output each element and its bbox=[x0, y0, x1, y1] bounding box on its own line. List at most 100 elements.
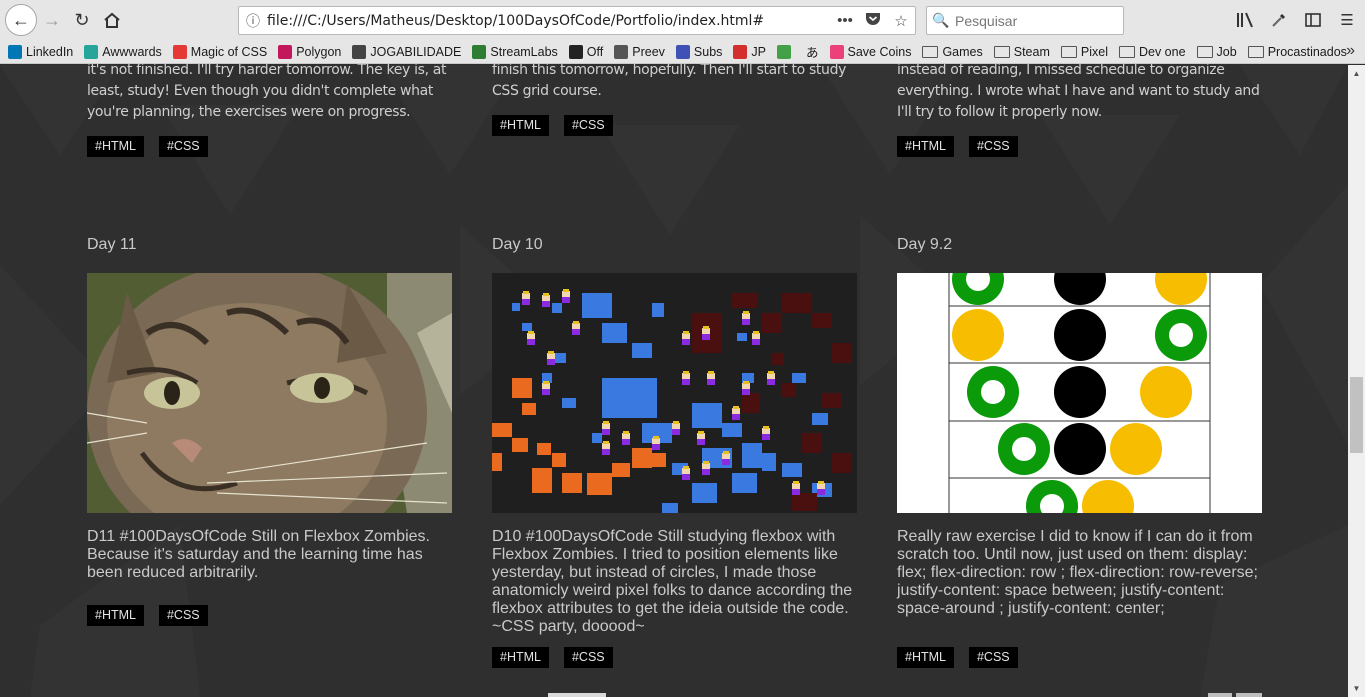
post-title[interactable]: Day 11 bbox=[87, 236, 452, 254]
post-description: D10 #100DaysOfCode Still studying flexbo… bbox=[492, 528, 853, 635]
post-description: finish this tomorrow, hopefully. Then I'… bbox=[492, 62, 847, 99]
bookmark-label: Save Coins bbox=[847, 44, 912, 59]
scrollbar-thumb[interactable] bbox=[1350, 377, 1363, 453]
menu-icon[interactable]: ☰ bbox=[1330, 5, 1364, 35]
library-icon[interactable] bbox=[1228, 5, 1262, 35]
bookmark-label: あ bbox=[806, 46, 819, 60]
reload-button[interactable]: ↻ bbox=[67, 5, 97, 35]
bookmark-item[interactable]: Games bbox=[922, 44, 983, 59]
bookmark-item[interactable]: Preev bbox=[614, 44, 665, 59]
scroll-up-icon[interactable]: ▲ bbox=[1348, 65, 1365, 82]
bookmark-label: JP bbox=[751, 44, 766, 59]
bookmark-label: JOGABILIDADE bbox=[370, 44, 462, 59]
bookmark-item[interactable]: Awwwards bbox=[84, 44, 162, 59]
tag-list: #HTML #CSS bbox=[897, 136, 1018, 157]
bookmark-item[interactable] bbox=[777, 44, 795, 59]
bookmark-item[interactable]: JP bbox=[733, 44, 766, 59]
flexbox-circles-exercise[interactable] bbox=[897, 273, 1262, 513]
bookmark-item[interactable]: JOGABILIDADE bbox=[352, 44, 462, 59]
search-input[interactable] bbox=[955, 12, 1115, 29]
footer-edge-right bbox=[1236, 693, 1262, 697]
bookmark-star-icon[interactable]: ☆ bbox=[887, 12, 915, 30]
post-card-previous: it's not finished. I'll try harder tomor… bbox=[87, 60, 452, 123]
tag-link[interactable]: #HTML bbox=[492, 647, 549, 668]
bookmark-item[interactable]: Magic of CSS bbox=[172, 44, 267, 59]
tag-link[interactable]: #CSS bbox=[968, 136, 1018, 157]
jogabilidade-icon bbox=[352, 44, 367, 59]
reload-icon: ↻ bbox=[74, 9, 90, 30]
back-arrow-icon: ← bbox=[12, 9, 30, 30]
post-title[interactable]: Day 9.2 bbox=[897, 236, 1262, 254]
tag-link[interactable]: #CSS bbox=[968, 647, 1018, 668]
bookmark-item[interactable]: あ bbox=[806, 42, 819, 61]
bookmark-item[interactable]: Save Coins bbox=[829, 44, 912, 59]
back-button[interactable]: ← bbox=[5, 4, 37, 36]
site-info-icon[interactable]: ⓘ bbox=[239, 11, 267, 31]
bookmark-item[interactable]: Procastinados bbox=[1247, 45, 1347, 59]
post-description: instead of reading, I missed schedule to… bbox=[897, 62, 1260, 120]
bookmark-label: Subs bbox=[693, 44, 723, 59]
vertical-scrollbar[interactable]: ▲ ▼ bbox=[1348, 65, 1365, 697]
power-icon bbox=[568, 44, 583, 59]
address-bar[interactable]: ⓘ file:///C:/Users/Matheus/Desktop/100Da… bbox=[238, 6, 916, 35]
forward-button[interactable]: → bbox=[37, 5, 67, 35]
footer-edge-left bbox=[1208, 693, 1232, 697]
bookmark-item[interactable]: Subs bbox=[675, 44, 723, 59]
polygon-icon bbox=[278, 44, 293, 59]
tag-link[interactable]: #CSS bbox=[158, 136, 208, 157]
eyedropper-icon[interactable] bbox=[1262, 5, 1296, 35]
bitcoin-icon bbox=[614, 44, 629, 59]
post-card-previous: finish this tomorrow, hopefully. Then I'… bbox=[492, 60, 857, 102]
tag-link[interactable]: #HTML bbox=[897, 647, 954, 668]
tag-list: #HTML #CSS bbox=[897, 647, 1018, 668]
folder-icon bbox=[922, 45, 939, 58]
bookmark-item[interactable]: LinkedIn bbox=[8, 44, 74, 59]
more-bookmarks-icon[interactable]: » bbox=[1346, 42, 1355, 60]
tag-list: #HTML #CSS bbox=[87, 136, 208, 157]
page-actions-icon[interactable]: ••• bbox=[831, 12, 859, 29]
bookmark-item[interactable]: Off bbox=[568, 44, 603, 59]
bookmark-label: StreamLabs bbox=[490, 44, 558, 59]
folder-icon bbox=[1060, 45, 1077, 58]
bookmark-item[interactable]: Steam bbox=[993, 45, 1050, 59]
bookmark-item[interactable]: Dev one bbox=[1118, 44, 1186, 59]
scroll-down-icon[interactable]: ▼ bbox=[1348, 680, 1365, 697]
folder-icon bbox=[1118, 45, 1135, 58]
url-text[interactable]: file:///C:/Users/Matheus/Desktop/100Days… bbox=[267, 13, 831, 29]
post-title[interactable]: Day 10 bbox=[492, 236, 857, 254]
bookmark-item[interactable]: Polygon bbox=[278, 44, 341, 59]
bookmark-item[interactable]: StreamLabs bbox=[472, 44, 558, 59]
bookmark-item[interactable]: Pixel bbox=[1060, 44, 1108, 59]
toolbar-right: ☰ bbox=[1228, 5, 1364, 35]
pocket-icon[interactable] bbox=[859, 12, 887, 30]
linkedin-icon bbox=[8, 44, 22, 59]
post-card-previous: instead of reading, I missed schedule to… bbox=[897, 60, 1262, 123]
jp-icon bbox=[733, 44, 748, 59]
bookmark-label: Games bbox=[942, 44, 983, 59]
bookmark-item[interactable]: Job bbox=[1196, 44, 1237, 59]
tag-link[interactable]: #HTML bbox=[87, 136, 144, 157]
tag-link[interactable]: #HTML bbox=[87, 605, 144, 626]
tag-link[interactable]: #CSS bbox=[563, 647, 613, 668]
search-bar[interactable]: 🔍 bbox=[926, 6, 1124, 35]
tag-link[interactable]: #CSS bbox=[563, 115, 613, 136]
search-icon: 🔍 bbox=[932, 12, 950, 28]
post-description: Really raw exercise I did to know if I c… bbox=[897, 528, 1258, 617]
tag-link[interactable]: #CSS bbox=[158, 605, 208, 626]
bookmark-label: Pixel bbox=[1080, 44, 1108, 59]
bookmark-label: Dev one bbox=[1138, 44, 1186, 59]
tag-link[interactable]: #HTML bbox=[897, 136, 954, 157]
cat-photo[interactable] bbox=[87, 273, 452, 513]
flower-icon bbox=[829, 44, 844, 59]
bookmark-label: Job bbox=[1216, 44, 1237, 59]
folder-icon bbox=[993, 45, 1010, 58]
tag-link[interactable]: #HTML bbox=[492, 115, 549, 136]
bookmark-label: LinkedIn bbox=[26, 44, 74, 59]
subs-icon bbox=[675, 44, 690, 59]
pixel-folks-screenshot[interactable] bbox=[492, 273, 857, 513]
post-description: D11 #100DaysOfCode Still on Flexbox Zomb… bbox=[87, 528, 430, 581]
home-button[interactable] bbox=[97, 5, 127, 35]
sidebar-icon[interactable] bbox=[1296, 5, 1330, 35]
home-icon bbox=[104, 12, 120, 28]
back-to-top-edge bbox=[548, 693, 606, 697]
